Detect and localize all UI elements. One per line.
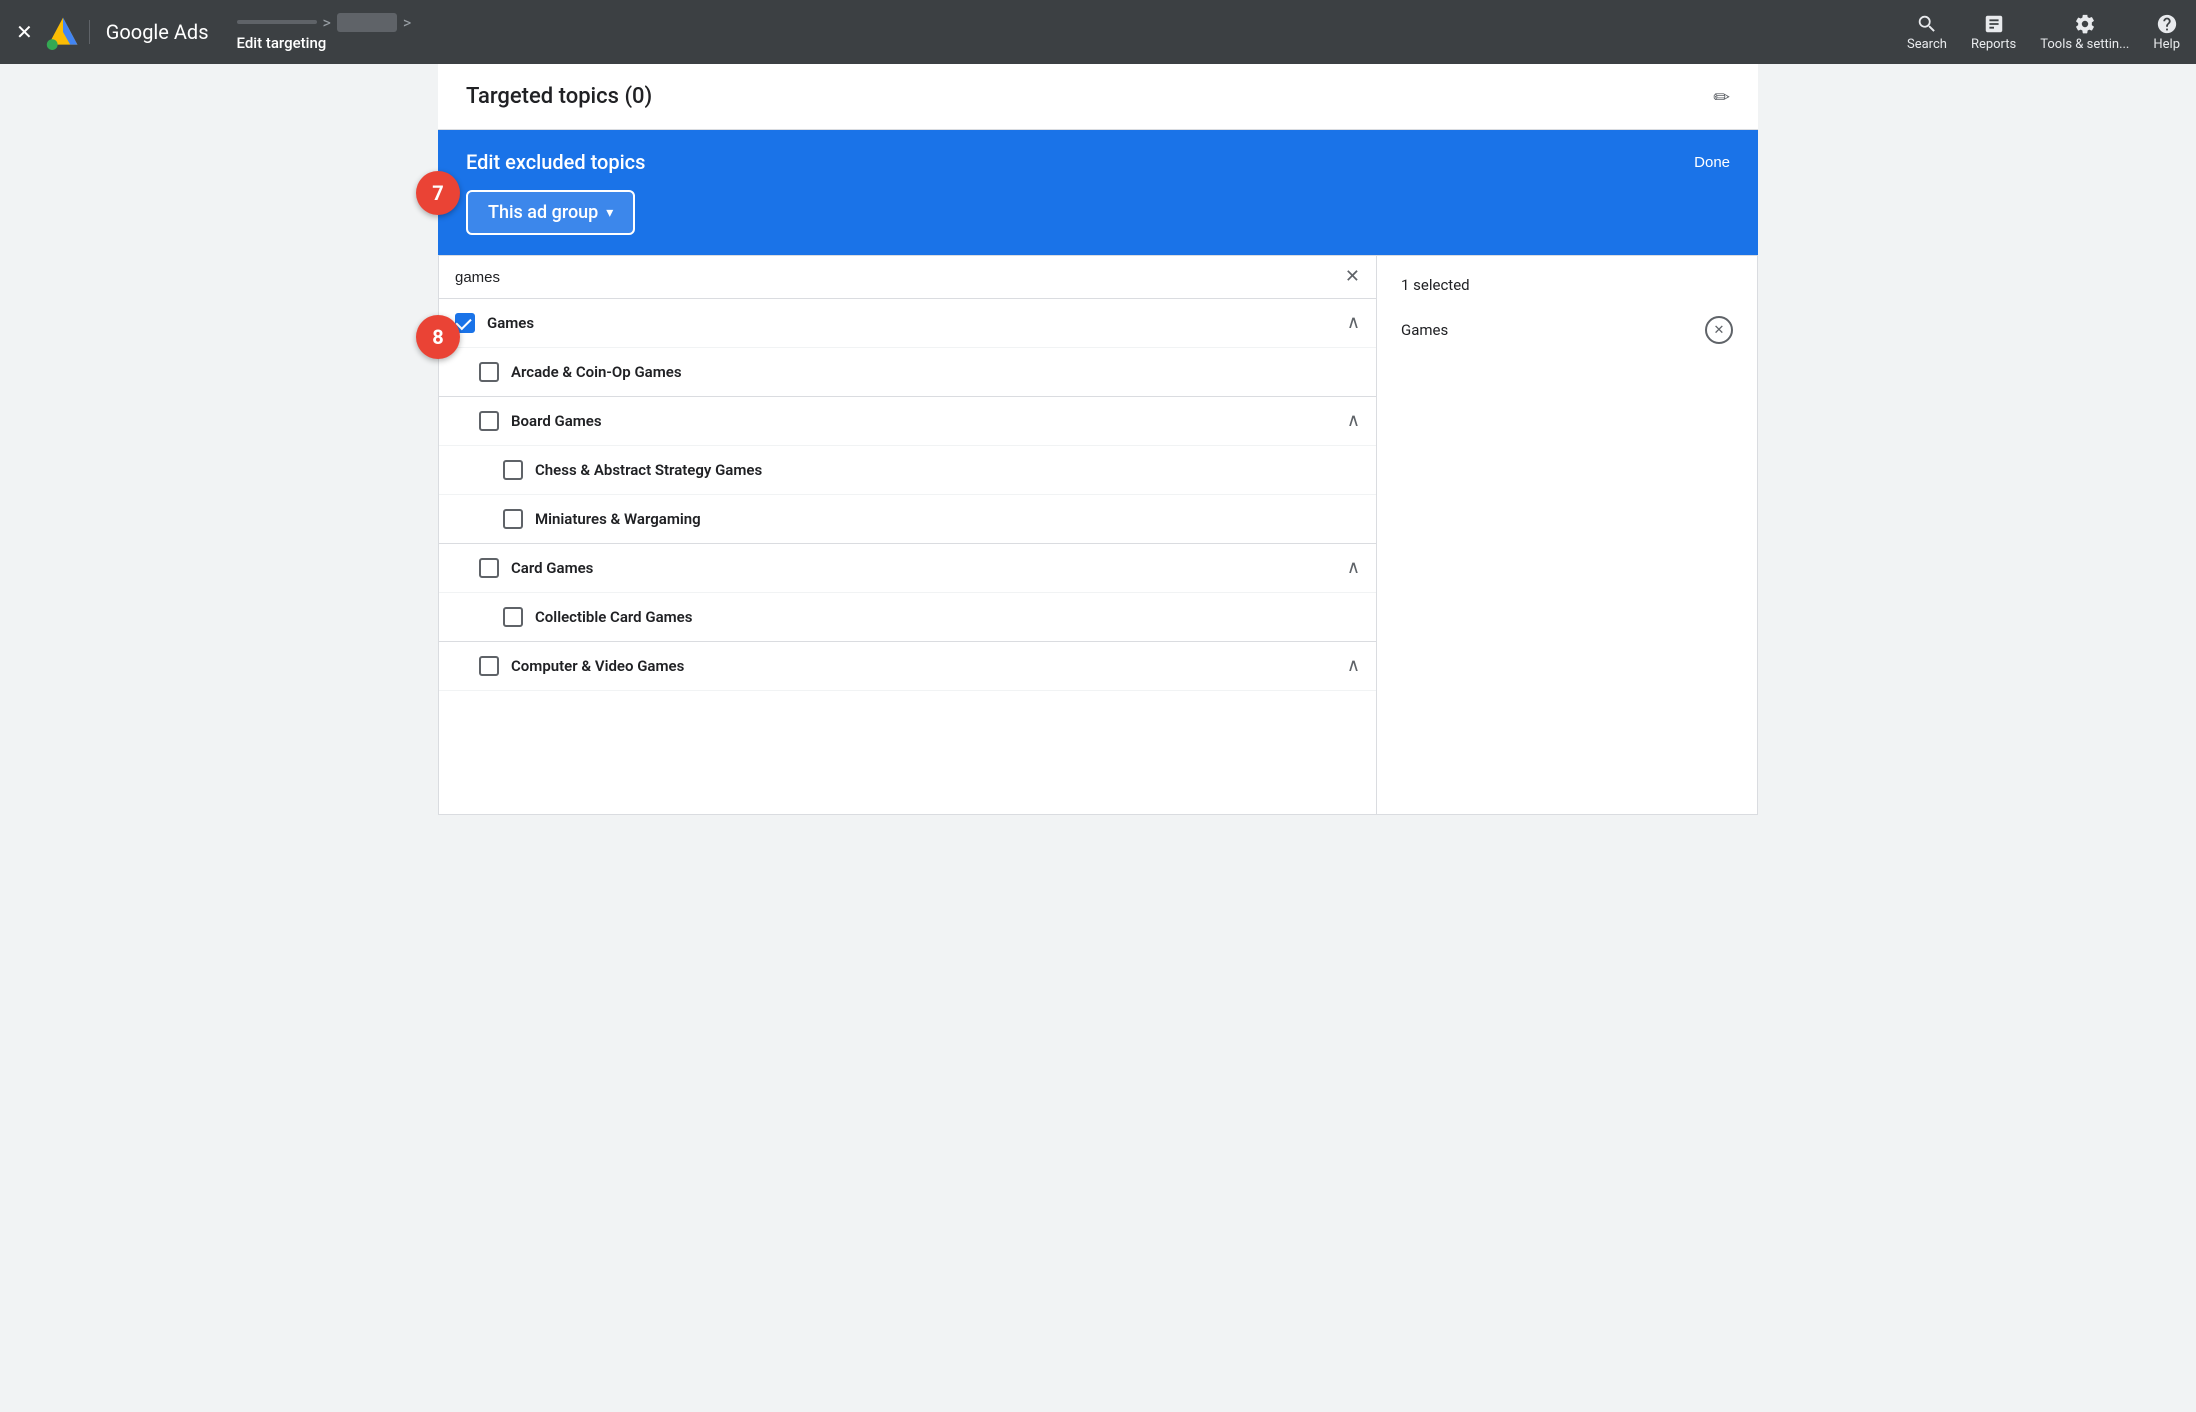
ad-group-label: This ad group [488,202,598,223]
search-input[interactable] [455,269,1337,286]
topic-item-games[interactable]: Games ∧ [439,299,1376,348]
step-8-badge: 8 [416,315,460,359]
topic-item-card-games[interactable]: Card Games ∧ [439,544,1376,593]
ad-group-selector[interactable]: This ad group ▾ [466,190,1730,235]
help-action[interactable]: Help [2153,13,2180,52]
topic-list: Games ∧ Arcade & Coin-Op Games Board Gam… [439,299,1376,814]
selected-item-label-games: Games [1401,321,1448,339]
topic-label-chess: Chess & Abstract Strategy Games [535,461,1360,479]
tools-action[interactable]: Tools & settin... [2040,13,2129,52]
topics-left-panel: ✕ Games ∧ Arcade & Coin-Op Games [439,256,1377,814]
help-icon [2156,13,2178,35]
edit-excluded-topics-panel: Edit excluded topics Done This ad group … [438,130,1758,255]
topic-label-arcade: Arcade & Coin-Op Games [511,363,1360,381]
search-icon [1916,13,1938,35]
help-label: Help [2153,37,2180,52]
selected-count: 1 selected [1401,276,1733,294]
top-navigation: ✕ Google Ads > ‌ > Edit targeting Search [0,0,2196,64]
targeted-topics-bar: Targeted topics (0) ✏ [438,64,1758,130]
topics-area-wrapper: 8 ✕ Games ∧ [438,255,1758,815]
remove-games-button[interactable] [1705,316,1733,344]
checkbox-board-games[interactable] [479,411,499,431]
tools-icon [2074,13,2096,35]
selected-item-games: Games [1401,310,1733,350]
topic-label-card-games: Card Games [511,559,1335,577]
breadcrumb-area: > ‌ > Edit targeting [237,13,412,52]
search-bar: ✕ [439,256,1376,299]
targeted-topics-title: Targeted topics (0) [466,84,652,109]
search-action[interactable]: Search [1907,13,1947,52]
topic-label-board-games: Board Games [511,412,1335,430]
search-clear-icon[interactable]: ✕ [1345,268,1360,286]
breadcrumb-item[interactable]: ‌ [337,13,397,32]
edit-excluded-topics-title: Edit excluded topics [466,150,645,174]
edit-panel-header: Edit excluded topics Done [466,150,1730,174]
chevron-computer-video[interactable]: ∧ [1347,657,1360,675]
topic-item-arcade[interactable]: Arcade & Coin-Op Games [439,348,1376,397]
top-actions: Search Reports Tools & settin... Help [1907,13,2180,52]
topics-area: ✕ Games ∧ Arcade & Coin-Op Games [438,255,1758,815]
chevron-down-icon: ▾ [606,205,613,221]
topic-item-chess[interactable]: Chess & Abstract Strategy Games [439,446,1376,495]
topic-label-miniatures: Miniatures & Wargaming [535,510,1360,528]
breadcrumb-separator: > [323,13,331,32]
checkbox-chess[interactable] [503,460,523,480]
topic-item-board-games[interactable]: Board Games ∧ [439,397,1376,446]
search-label: Search [1907,37,1947,52]
edit-pencil-icon[interactable]: ✏ [1713,85,1730,109]
reports-label: Reports [1971,37,2016,52]
tools-label: Tools & settin... [2040,37,2129,52]
breadcrumb-separator2: > [403,13,411,32]
google-ads-logo: Google Ads [45,14,209,50]
topics-right-panel: 1 selected Games [1377,256,1757,814]
reports-action[interactable]: Reports [1971,13,2016,52]
checkbox-collectible[interactable] [503,607,523,627]
topic-label-collectible: Collectible Card Games [535,608,1360,626]
topic-label-computer-video: Computer & Video Games [511,657,1335,675]
close-button[interactable]: ✕ [16,20,33,44]
ad-group-button[interactable]: This ad group ▾ [466,190,635,235]
chevron-board-games[interactable]: ∧ [1347,412,1360,430]
edit-panel-wrapper: 7 Edit excluded topics Done This ad grou… [438,130,1758,255]
page-title: Edit targeting [237,34,412,52]
reports-icon [1983,13,2005,35]
topic-item-collectible[interactable]: Collectible Card Games [439,593,1376,642]
chevron-games[interactable]: ∧ [1347,314,1360,332]
breadcrumb-campaign-blurred [237,20,317,24]
step-7-badge: 7 [416,171,460,215]
chevron-card-games[interactable]: ∧ [1347,559,1360,577]
checkbox-miniatures[interactable] [503,509,523,529]
checkbox-card-games[interactable] [479,558,499,578]
brand-name: Google Ads [89,20,209,44]
checkbox-arcade[interactable] [479,362,499,382]
topic-item-miniatures[interactable]: Miniatures & Wargaming [439,495,1376,544]
checkbox-computer-video[interactable] [479,656,499,676]
topic-label-games: Games [487,314,1335,332]
done-button[interactable]: Done [1694,154,1730,171]
logo-icon [45,14,81,50]
topic-item-computer-video[interactable]: Computer & Video Games ∧ [439,642,1376,691]
